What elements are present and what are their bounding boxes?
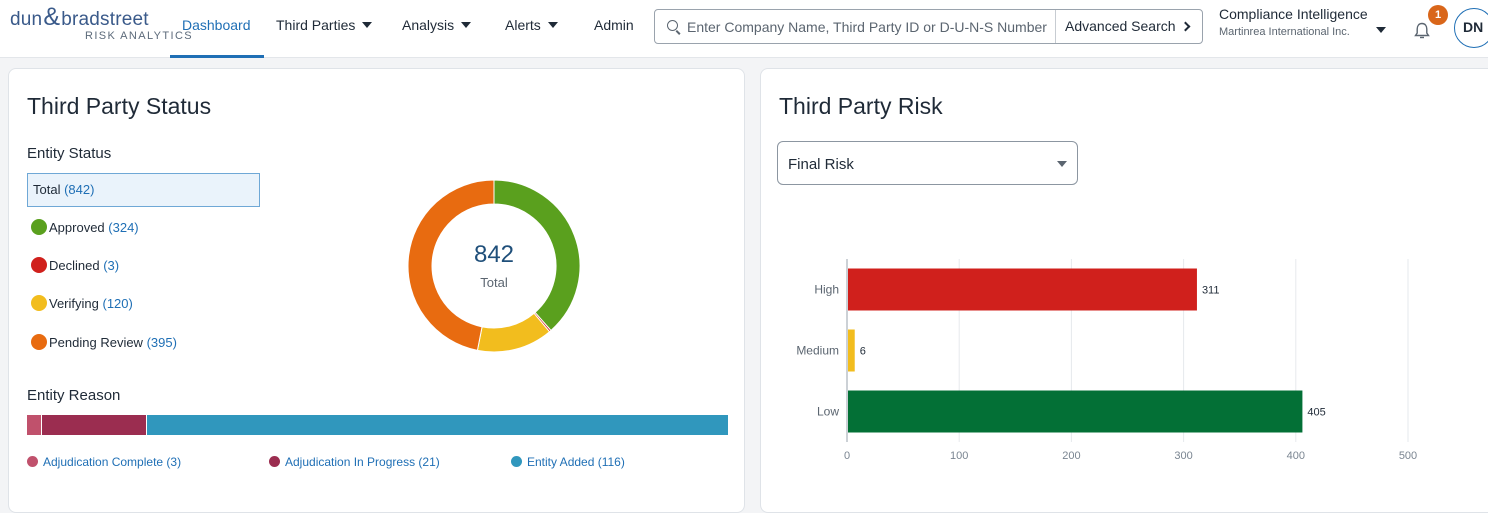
x-tick-label: 400	[1287, 450, 1305, 462]
notifications-button[interactable]: 1	[1414, 5, 1448, 44]
x-tick-label: 200	[1062, 450, 1080, 462]
declined-dot-icon	[31, 257, 47, 273]
x-tick-label: 0	[844, 450, 850, 462]
nav-admin[interactable]: Admin	[594, 17, 634, 33]
product-switcher[interactable]: Compliance Intelligence Martinrea Intern…	[1219, 6, 1394, 50]
chevron-down-icon	[1376, 27, 1386, 33]
risk-bar-chart: 0 100 200 300 400 500 High 311 Medium 6 Low 405	[796, 259, 1417, 462]
verifying-dot-icon	[31, 295, 47, 311]
user-avatar[interactable]: DN	[1454, 8, 1488, 48]
logo-wordmark: dun&bradstreet	[10, 3, 149, 31]
chevron-down-icon	[461, 22, 472, 28]
bar-medium[interactable]	[848, 329, 855, 372]
reason-segment-adjudication-complete[interactable]	[27, 415, 43, 435]
donut-total-value: 842	[473, 241, 515, 268]
search-icon	[667, 20, 678, 31]
card-title: Third Party Status	[27, 93, 212, 119]
dun-bradstreet-logo[interactable]: dun&bradstreet RISK ANALYTICS	[10, 3, 192, 48]
donut-total-label: Total	[480, 275, 508, 290]
bar-high[interactable]	[848, 268, 1197, 311]
company-name: Martinrea International Inc.	[1219, 26, 1350, 38]
search-input[interactable]	[687, 16, 1052, 38]
nav-analysis[interactable]: Analysis	[402, 17, 472, 33]
approved-dot-icon	[31, 219, 47, 235]
pending-review-dot-icon	[31, 334, 47, 350]
status-filter-pending-review[interactable]: Pending Review (395)	[31, 334, 177, 354]
bar-value-label: 6	[860, 346, 866, 358]
product-name: Compliance Intelligence	[1219, 6, 1368, 22]
logo-subtitle: RISK ANALYTICS	[85, 30, 194, 42]
bar-value-label: 311	[1202, 285, 1220, 297]
top-navigation-bar: dun&bradstreet RISK ANALYTICS Dashboard …	[0, 0, 1488, 58]
chevron-right-icon	[1180, 21, 1190, 32]
legend-adjudication-complete[interactable]: Adjudication Complete (3)	[27, 455, 181, 469]
adjudication-in-progress-dot-icon	[269, 456, 280, 467]
x-tick-label: 500	[1399, 450, 1417, 462]
x-tick-label: 100	[950, 450, 968, 462]
notification-count-badge: 1	[1428, 5, 1448, 25]
entity-status-heading: Entity Status	[27, 145, 112, 162]
x-tick-label: 300	[1174, 450, 1192, 462]
third-party-status-card: Third Party Status Entity Status Total (…	[8, 68, 745, 513]
company-search: Advanced Search	[654, 9, 1203, 44]
y-category-label: High	[814, 283, 839, 297]
bell-icon	[1414, 22, 1430, 39]
status-filter-approved[interactable]: Approved (324)	[31, 219, 139, 239]
entity-reason-bar	[27, 415, 728, 435]
reason-segment-adjudication-in-progress[interactable]	[42, 415, 148, 435]
card-title: Third Party Risk	[779, 93, 943, 119]
chevron-down-icon	[547, 22, 558, 28]
status-filter-declined[interactable]: Declined (3)	[31, 257, 119, 277]
chevron-down-icon	[362, 22, 373, 28]
active-tab-indicator	[170, 55, 264, 58]
entity-added-dot-icon	[511, 456, 522, 467]
legend-entity-added[interactable]: Entity Added (116)	[511, 455, 625, 469]
bar-value-label: 405	[1307, 407, 1325, 419]
risk-type-selected-value: Final Risk	[788, 156, 854, 173]
y-category-label: Medium	[796, 344, 839, 358]
nav-third-parties[interactable]: Third Parties	[276, 17, 373, 33]
entity-status-list: Total (842) Approved (324) Declined (3) …	[27, 173, 261, 350]
legend-adjudication-in-progress[interactable]: Adjudication In Progress (21)	[269, 455, 440, 469]
third-party-risk-card: Third Party Risk Final Risk 0 100 200 300 40…	[760, 68, 1488, 513]
adjudication-complete-dot-icon	[27, 456, 38, 467]
risk-type-select[interactable]: Final Risk	[777, 141, 1078, 185]
status-filter-verifying[interactable]: Verifying (120)	[31, 295, 133, 315]
donut-slice-verifying[interactable]	[476, 312, 551, 353]
status-filter-total[interactable]: Total (842)	[27, 173, 260, 207]
y-category-label: Low	[817, 405, 839, 419]
bar-low[interactable]	[848, 390, 1303, 433]
nav-dashboard[interactable]: Dashboard	[182, 17, 251, 33]
nav-alerts[interactable]: Alerts	[505, 17, 558, 33]
chevron-down-icon	[1057, 161, 1067, 167]
entity-status-donut-chart: 842 Total	[407, 179, 581, 353]
reason-segment-entity-added[interactable]	[147, 415, 728, 435]
advanced-search-button[interactable]: Advanced Search	[1055, 10, 1202, 43]
entity-reason-heading: Entity Reason	[27, 387, 121, 404]
